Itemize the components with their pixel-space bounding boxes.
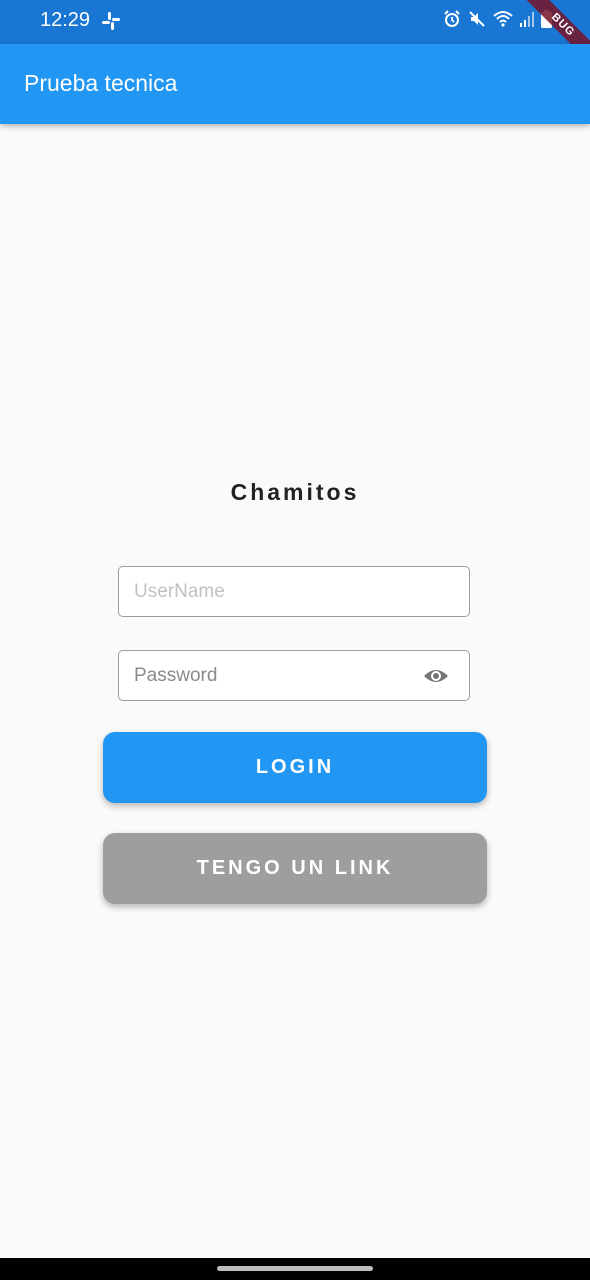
login-button[interactable]: LOGIN [103, 732, 487, 803]
username-input[interactable] [132, 567, 416, 617]
app-bar-title: Prueba tecnica [24, 70, 178, 96]
link-button[interactable]: TENGO UN LINK [103, 833, 487, 904]
slack-icon [102, 12, 120, 30]
password-input[interactable] [132, 651, 416, 701]
mute-icon [469, 11, 485, 27]
username-field[interactable] [118, 566, 470, 617]
password-field[interactable] [118, 650, 470, 701]
app-bar: Prueba tecnica [0, 44, 590, 124]
eye-icon[interactable] [423, 665, 449, 687]
navigation-bar [0, 1258, 590, 1280]
status-time: 12:29 [40, 9, 91, 31]
page-title: Chamitos [230, 479, 360, 505]
home-handle[interactable] [217, 1266, 373, 1271]
status-bar: 12:29 [0, 0, 590, 44]
alarm-icon [444, 10, 460, 27]
